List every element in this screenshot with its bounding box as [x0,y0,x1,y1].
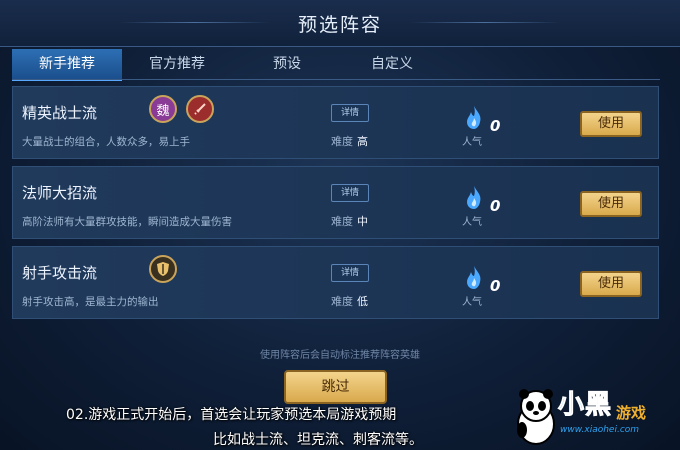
lineup-description: 射手攻击高，是最主力的输出 [22,296,159,308]
difficulty: 难度低 [331,293,368,309]
flame-icon [467,106,481,129]
lineup-name: 精英战士流 [22,104,98,122]
watermark-url: www.xiaohei.com [560,425,640,435]
detail-button[interactable]: 详情 [331,184,369,202]
popularity-value: 0 [490,197,501,215]
detail-button[interactable]: 详情 [331,104,369,122]
use-button[interactable]: 使用 [580,271,642,297]
popularity-value: 0 [490,117,501,135]
purple-race-icon: 魏 [149,95,177,123]
difficulty-value: 低 [357,295,368,308]
popularity-label: 人气 [462,137,482,148]
subtitle-line-1: 02.游戏正式开始后，首选会让玩家预选本局游戏预期 [66,407,397,423]
tab-official-recommend[interactable]: 官方推荐 [132,49,222,79]
use-button[interactable]: 使用 [580,191,642,217]
panda-logo-icon [517,389,555,445]
popularity-label: 人气 [462,297,482,308]
site-watermark: 小黑 游戏 www.xiaohei.com [506,382,680,450]
title-decoration-right [410,22,560,23]
lineup-name: 法师大招流 [22,184,98,202]
lineup-card: 射手攻击流 射手攻击高，是最主力的输出 详情 难度低 人气 0 使用 [12,246,659,319]
tab-newbie-recommend[interactable]: 新手推荐 [12,49,122,81]
detail-button[interactable]: 详情 [331,264,369,282]
lineup-card: 精英战士流 魏 大量战士的组合，人数众多，易上手 详情 难度高 人气 0 使用 [12,86,659,159]
lineup-description: 高阶法师有大量群攻技能，瞬间造成大量伤害 [22,216,232,228]
sword-icon [186,95,214,123]
difficulty-value: 中 [357,215,368,228]
popularity-label: 人气 [462,217,482,228]
watermark-brand-suffix: 游戏 [616,404,647,422]
lineup-name: 射手攻击流 [22,264,98,282]
popularity-value: 0 [490,277,501,295]
flame-icon [467,186,481,209]
page-title: 预选阵容 [297,14,382,36]
lineup-description: 大量战士的组合，人数众多，易上手 [22,136,190,148]
difficulty: 难度高 [331,133,368,149]
flame-icon [467,266,481,289]
use-button[interactable]: 使用 [580,111,642,137]
tab-preset[interactable]: 预设 [242,49,332,79]
subtitle-line-2: 比如战士流、坦克流、刺客流等。 [213,432,423,448]
difficulty-value: 高 [357,135,368,148]
difficulty-label: 难度 [331,295,353,308]
difficulty-label: 难度 [331,135,353,148]
skip-button[interactable]: 跳过 [284,370,387,404]
shield-icon [149,255,177,283]
difficulty: 难度中 [331,213,368,229]
footer-hint: 使用阵容后会自动标注推荐阵容英雄 [260,350,420,361]
watermark-brand: 小黑 [557,390,613,421]
lineup-card: 法师大招流 高阶法师有大量群攻技能，瞬间造成大量伤害 详情 难度中 人气 0 使… [12,166,659,239]
title-bar: 预选阵容 [0,0,680,47]
difficulty-label: 难度 [331,215,353,228]
tab-divider [12,79,660,80]
tab-bar: 新手推荐 官方推荐 预设 自定义 [12,49,660,81]
game-screen: 预选阵容 新手推荐 官方推荐 预设 自定义 精英战士流 魏 大量战士的组合，人数… [0,0,680,450]
tab-custom[interactable]: 自定义 [347,49,437,79]
